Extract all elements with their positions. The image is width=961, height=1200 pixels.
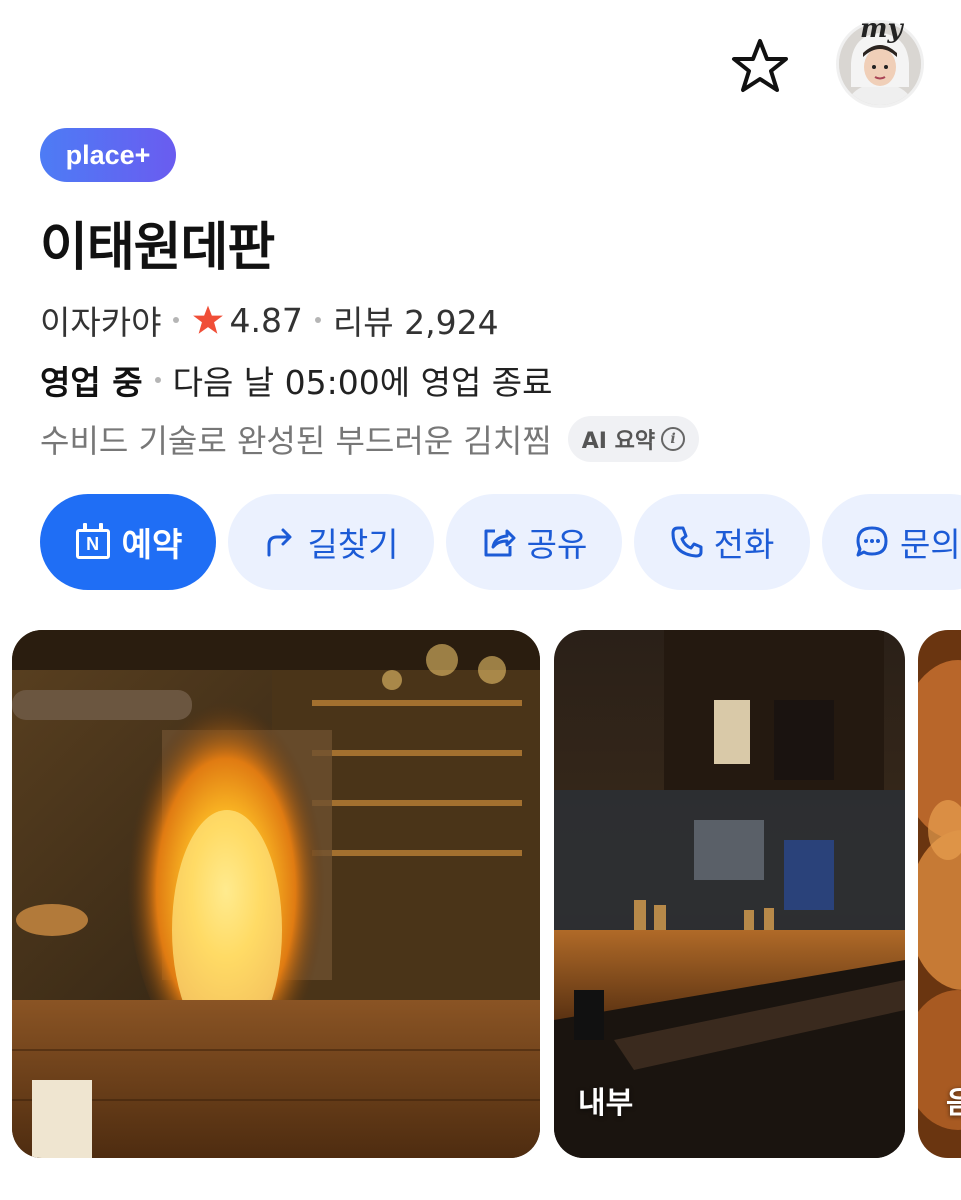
photo-label: 내부: [578, 1086, 634, 1121]
ai-summary-chip[interactable]: AI 요약 i: [567, 416, 700, 462]
call-label: 전화: [713, 525, 775, 564]
open-status: 영업 중: [40, 363, 143, 402]
info-icon: i: [661, 427, 686, 451]
inquiry-button[interactable]: 문의: [822, 494, 961, 590]
inquiry-label: 문의: [900, 525, 961, 564]
closing-time: 다음 날 05:00에 영업 종료: [172, 363, 553, 402]
directions-button[interactable]: 길찾기: [228, 494, 434, 590]
separator-dot: [154, 377, 161, 383]
photo-image: [12, 630, 540, 1158]
reserve-label: 예약: [121, 525, 183, 564]
directions-arrow-icon: [267, 528, 292, 557]
phone-icon: [671, 526, 703, 558]
place-meta: 이자카야 4.87 리뷰 2,924: [40, 296, 499, 344]
business-hours[interactable]: 영업 중 다음 날 05:00에 영업 종료: [40, 356, 553, 404]
place-plus-badge: place+: [40, 128, 176, 182]
share-button[interactable]: 공유: [446, 494, 622, 590]
separator-dot: [314, 317, 321, 323]
profile-label: my: [860, 14, 903, 44]
separator-dot: [173, 317, 180, 323]
reserve-button[interactable]: N 예약: [40, 494, 216, 590]
photo-food[interactable]: 음: [918, 630, 961, 1158]
call-button[interactable]: 전화: [634, 494, 810, 590]
favorite-button[interactable]: [728, 34, 792, 98]
action-bar: N 예약 길찾기 공유 전화 문의: [40, 494, 961, 590]
directions-label: 길찾기: [307, 525, 399, 564]
photo-teppan-grill[interactable]: [12, 630, 540, 1158]
rating-value: 4.87: [229, 300, 303, 340]
share-icon: [484, 529, 516, 557]
star-outline-icon: [732, 39, 788, 92]
ai-chip-label: AI 요약: [581, 429, 656, 454]
chat-bubble-icon: [856, 526, 888, 557]
summary-text: 수비드 기술로 완성된 부드러운 김치찜: [40, 422, 552, 460]
place-name: 이태원데판: [40, 218, 275, 278]
photo-label: 음: [946, 1086, 961, 1121]
photo-interior[interactable]: 내부: [554, 630, 905, 1158]
rating-star-icon: [193, 305, 224, 334]
review-count-link[interactable]: 리뷰 2,924: [333, 296, 499, 344]
naver-calendar-icon: N: [74, 523, 112, 561]
ai-summary-row: 수비드 기술로 완성된 부드러운 김치찜 AI 요약 i: [40, 416, 700, 462]
share-label: 공유: [526, 525, 588, 564]
category-label: 이자카야: [40, 303, 162, 342]
